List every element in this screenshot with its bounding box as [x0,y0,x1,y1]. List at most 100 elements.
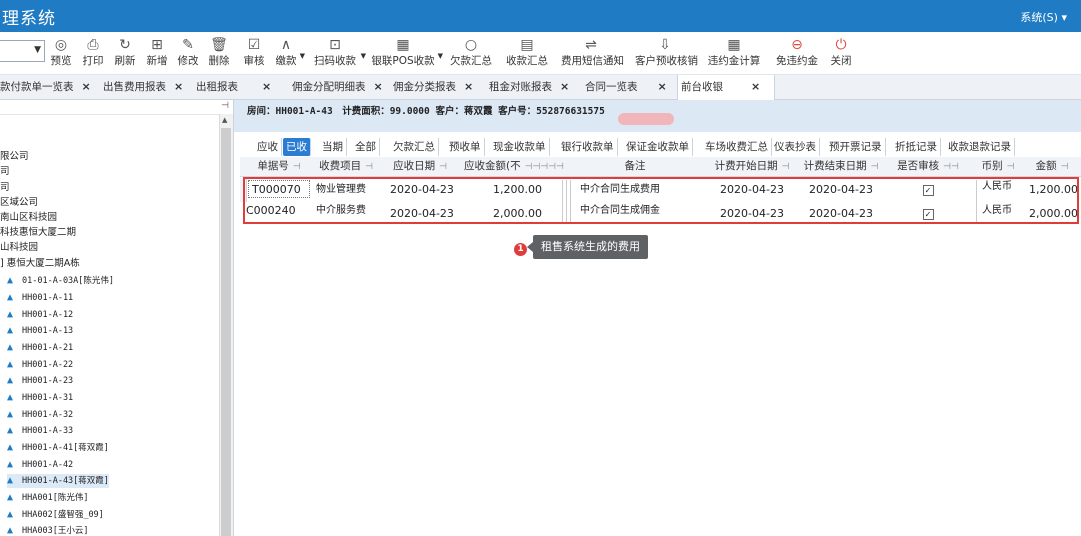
tab-sales-fee-report[interactable]: 出售费用报表 × [103,75,183,99]
cell-due-amount[interactable]: 1,200.00 [464,178,542,202]
cell-due-date[interactable]: 2020-04-23 [390,178,460,202]
tree-unit[interactable]: ▲ HH001-A-31 [7,391,73,405]
scan-pay-button[interactable]: ⊡ 扫码收款 ▼ [311,36,366,72]
prepay-writeoff-button[interactable]: ⇩ 客户预收核销 [635,36,698,72]
tree-unit-selected[interactable]: ▲ HH001-A-43[蒋双霞] [7,474,109,488]
table-row[interactable]: T000070 物业管理费 2020-04-23 1,200.00 中介合同生成… [240,178,1081,202]
subtab-cash-receipt[interactable]: 现金收款单 [490,138,550,156]
cell-note[interactable]: 中介合同生成费用 [580,178,700,202]
subtab-bank-receipt[interactable]: 银行收款单 [558,138,618,156]
cell-due-date[interactable]: 2020-04-23 [390,202,460,226]
tab-contract-list[interactable]: 合同一览表 × [585,75,667,99]
column-header[interactable]: 计费结束日期 ⊣ [798,157,884,176]
cell-end-date[interactable]: 2020-04-23 [798,178,884,202]
close-icon[interactable]: × [464,80,473,93]
tree-scrollbar[interactable]: ▲ [219,114,233,536]
preview-button[interactable]: ◎ 预览 [49,36,73,72]
tree-unit[interactable]: ▲ 01-01-A-03A[陈光伟] [7,274,114,288]
subtab-arrears-summary[interactable]: 欠款汇总 [390,138,439,156]
cell-currency[interactable]: 人民币 [982,178,1022,202]
cell-end-date[interactable]: 2020-04-23 [798,202,884,226]
tree-unit[interactable]: ▲ HH001-A-13 [7,324,73,338]
tree-node[interactable]: 山科技园 [0,241,38,255]
cell-total[interactable]: 2,000.00 [1026,202,1078,226]
tab-rental-report[interactable]: 出租报表 × [196,75,271,99]
penalty-calc-button[interactable]: ▦ 违约金计算 [707,36,761,72]
tree-unit[interactable]: ▲ HH001-A-33 [7,424,73,438]
tree-unit[interactable]: ▲ HH001-A-22 [7,358,73,372]
tab-commission-category[interactable]: 佣金分类报表 × [393,75,473,99]
tab-front-cashier[interactable]: 前台收银 × [677,75,775,100]
subtab-received[interactable]: 已收 [283,138,311,156]
tree-unit[interactable]: ▲ HH001-A-21 [7,341,73,355]
cell-fee-item[interactable]: 物业管理费 [316,178,376,202]
cell-start-date[interactable]: 2020-04-23 [710,178,794,202]
pin-icon[interactable]: ⊣ [782,162,790,172]
cell-total[interactable]: 1,200.00 [1026,178,1078,202]
cell-currency[interactable]: 人民币 [982,202,1022,226]
column-header[interactable]: 备注 [570,157,700,176]
column-header[interactable]: 收费项目 ⊣ [316,157,376,176]
pin-icon[interactable]: ⊣ [1007,162,1015,172]
edit-button[interactable]: ✎ 修改 [176,36,200,72]
subtab-refund-record[interactable]: 收款退款记录 [945,138,1015,156]
cell-fee-item[interactable]: 中介服务费 [316,202,376,226]
unionpay-pos-button[interactable]: ▦ 银联POS收款 ▼ [370,36,443,72]
refresh-button[interactable]: ↻ 刷新 [113,36,137,72]
subtab-pre-invoice[interactable]: 预开票记录 [826,138,886,156]
tree-node[interactable]: 限公司 [0,150,29,164]
print-button[interactable]: ⎙ 打印 [81,36,105,72]
table-row[interactable]: C000240 中介服务费 2020-04-23 2,000.00 中介合同生成… [240,202,1081,226]
tree-node[interactable]: 司 [0,181,10,195]
tree-node[interactable]: ] 惠恒大厦二期A栋 [0,257,80,271]
payment-button[interactable]: ∧ 缴款 ▼ [274,36,306,72]
subtab-parking-summary[interactable]: 车场收费汇总 [702,138,772,156]
tree-node[interactable]: 科技惠恒大厦二期 [0,226,76,240]
column-header[interactable]: 金额 ⊣ [1026,157,1078,176]
column-header[interactable]: 单据号 ⊣ [248,157,310,176]
tree-unit[interactable]: ▲ HHA002[盛智强_09] [7,508,104,522]
tree-node[interactable]: 南山区科技园 [0,211,57,225]
close-icon[interactable]: × [262,80,271,93]
arrears-summary-button[interactable]: ○ 欠款汇总 [449,36,493,72]
pin-icon[interactable]: ⊣ [365,162,373,172]
close-icon[interactable]: × [174,80,183,93]
subtab-current[interactable]: 当期 [319,138,347,156]
cell-note[interactable]: 中介合同生成佣金 [580,202,700,226]
pin-icon[interactable]: ⊣⊣⊣⊣⊣ [525,162,564,172]
cell-bill-no[interactable]: C000240 [246,202,306,226]
checkbox[interactable]: ✓ [922,185,934,196]
tree-unit[interactable]: ▲ HHA001[陈光伟] [7,491,88,505]
subtab-offset-record[interactable]: 折抵记录 [892,138,941,156]
pin-icon[interactable]: ⊣ [293,162,301,172]
cell-audited[interactable]: ✓ [888,178,968,202]
subtab-deposit-receipt[interactable]: 保证金收款单 [623,138,693,156]
column-header[interactable]: 应收金额(不 ⊣⊣⊣⊣⊣ [464,157,564,176]
pin-icon[interactable]: ⊣ [439,162,447,172]
tree-node[interactable]: 司 [0,165,10,179]
close-icon[interactable]: × [560,80,569,93]
row-selector[interactable] [240,178,247,202]
tree-node[interactable]: 区域公司 [0,196,38,210]
pin-icon[interactable]: ⊣⊣ [943,162,959,172]
scroll-thumb[interactable] [221,128,231,536]
close-icon[interactable]: × [751,80,760,93]
sms-notice-button[interactable]: ⇌ 费用短信通知 [561,36,624,72]
subtab-prepay-bill[interactable]: 预收单 [446,138,485,156]
audit-button[interactable]: ☑ 审核 [242,36,266,72]
subtab-receivable[interactable]: 应收 [254,138,282,156]
cell-audited[interactable]: ✓ [888,202,968,226]
close-icon[interactable]: × [82,80,91,93]
close-button[interactable]: ⏻ 关闭 [829,36,853,72]
toolbar-combo[interactable]: ▼ [0,40,45,62]
subtab-meter-reading[interactable]: 仪表抄表 [771,138,820,156]
cell-start-date[interactable]: 2020-04-23 [710,202,794,226]
cell-due-amount[interactable]: 2,000.00 [464,202,542,226]
scroll-up-icon[interactable]: ▲ [222,116,227,124]
close-icon[interactable]: × [374,80,383,93]
pin-icon[interactable]: ⊣ [221,101,229,111]
tree-unit[interactable]: ▲ HH001-A-23 [7,374,73,388]
checkbox[interactable]: ✓ [922,209,934,220]
pin-icon[interactable]: ⊣ [871,162,879,172]
system-menu[interactable]: 系统(S) ▾ [1020,9,1067,25]
